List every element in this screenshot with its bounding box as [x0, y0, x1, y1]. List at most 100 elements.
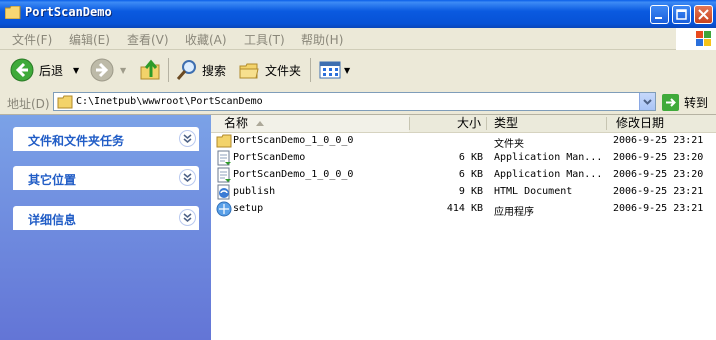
go-button[interactable]: 转到 — [662, 94, 708, 111]
double-chevron-down-icon — [183, 134, 192, 143]
task-pane: 文件和文件夹任务 其它位置 详细信息 — [0, 115, 211, 340]
file-name: setup — [233, 203, 264, 214]
back-label: 后退 — [39, 63, 64, 78]
title-bar: PortScanDemo — [0, 0, 716, 28]
chevron-down-icon — [643, 99, 652, 105]
file-name: PortScanDemo_1_0_0_0 — [233, 135, 354, 146]
back-dropdown-icon[interactable]: ▼ — [73, 66, 79, 75]
file-size: 414 KB — [446, 203, 483, 214]
address-input[interactable]: C:\Inetpub\wwwroot\PortScanDemo — [53, 92, 656, 111]
views-dropdown-icon[interactable]: ▼ — [344, 66, 350, 75]
go-label: 转到 — [684, 96, 709, 110]
file-type: 文件夹 — [494, 139, 524, 150]
column-modified-label: 修改日期 — [616, 116, 665, 130]
application-icon — [216, 201, 232, 217]
column-header-size[interactable]: 大小 — [410, 115, 485, 132]
manifest-icon — [217, 150, 231, 166]
expand-button[interactable] — [179, 209, 196, 226]
menu-tools[interactable]: 工具(T) — [244, 31, 285, 48]
column-size-label: 大小 — [456, 116, 481, 130]
file-size: 6 KB — [458, 169, 483, 180]
task-group-other-places[interactable]: 其它位置 — [13, 166, 199, 190]
folders-button[interactable]: 文件夹 — [237, 56, 301, 84]
html-document-icon — [217, 184, 230, 200]
views-button[interactable]: ▼ — [318, 56, 350, 84]
maximize-icon — [676, 9, 687, 20]
file-modified: 2006-9-25 23:20 — [613, 152, 704, 163]
sort-ascending-icon — [256, 121, 264, 126]
task-group-details[interactable]: 详细信息 — [13, 206, 199, 230]
menu-favorites[interactable]: 收藏(A) — [185, 31, 227, 48]
address-label: 地址(D) — [7, 97, 50, 111]
back-arrow-icon — [10, 58, 34, 82]
up-folder-icon — [140, 59, 160, 80]
column-header-name[interactable]: 名称 — [211, 115, 409, 132]
file-row[interactable]: PortScanDemo 6 KB Application Man... 200… — [211, 150, 716, 167]
task-group-label: 详细信息 — [28, 213, 77, 227]
close-icon — [698, 9, 709, 20]
file-type: HTML Document — [494, 186, 573, 197]
folder-icon — [5, 6, 21, 19]
column-header-row: 名称 大小 类型 修改日期 — [211, 115, 716, 133]
file-list: 名称 大小 类型 修改日期 PortScanDemo_1_0_0_0 文件夹 2… — [211, 115, 716, 340]
folder-icon — [57, 95, 73, 109]
file-row[interactable]: PortScanDemo_1_0_0_0 6 KB Application Ma… — [211, 167, 716, 184]
back-button[interactable]: 后退 ▼ — [10, 56, 79, 84]
menu-edit[interactable]: 编辑(E) — [69, 31, 110, 48]
file-size: 6 KB — [458, 152, 483, 163]
search-icon — [176, 60, 196, 80]
address-value: C:\Inetpub\wwwroot\PortScanDemo — [76, 96, 263, 107]
expand-button[interactable] — [179, 130, 196, 147]
file-type: Application Man... — [494, 152, 603, 163]
forward-button[interactable]: ▼ — [90, 56, 126, 84]
toolbar-separator — [310, 58, 311, 82]
toolbar: 后退 ▼ ▼ 搜索 文件夹 ▼ — [0, 50, 716, 91]
file-row[interactable]: publish 9 KB HTML Document 2006-9-25 23:… — [211, 184, 716, 201]
column-type-label: 类型 — [494, 116, 519, 130]
folders-icon — [239, 63, 259, 79]
expand-button[interactable] — [179, 169, 196, 186]
window-title: PortScanDemo — [25, 5, 112, 19]
column-name-label: 名称 — [224, 116, 249, 130]
toolbar-separator — [168, 58, 169, 82]
file-modified: 2006-9-25 23:21 — [613, 203, 704, 214]
menu-view[interactable]: 查看(V) — [127, 31, 169, 48]
column-header-modified[interactable]: 修改日期 — [607, 115, 716, 132]
file-name: PortScanDemo — [233, 152, 306, 163]
folder-icon — [216, 134, 232, 148]
maximize-button[interactable] — [672, 5, 691, 24]
file-modified: 2006-9-25 23:21 — [613, 135, 704, 146]
column-header-type[interactable]: 类型 — [487, 115, 605, 132]
go-arrow-icon — [662, 94, 679, 111]
menu-file[interactable]: 文件(F) — [12, 31, 52, 48]
address-bar: 地址(D) C:\Inetpub\wwwroot\PortScanDemo 转到 — [0, 90, 716, 115]
task-group-label: 其它位置 — [28, 173, 77, 187]
folders-label: 文件夹 — [265, 63, 302, 78]
file-row[interactable]: PortScanDemo_1_0_0_0 文件夹 2006-9-25 23:21 — [211, 133, 716, 150]
menu-bar: 文件(F) 编辑(E) 查看(V) 收藏(A) 工具(T) 帮助(H) — [0, 28, 716, 50]
manifest-icon — [217, 167, 231, 183]
file-type: Application Man... — [494, 169, 603, 180]
search-label: 搜索 — [202, 63, 227, 78]
double-chevron-down-icon — [183, 173, 192, 182]
menu-help[interactable]: 帮助(H) — [301, 31, 343, 48]
file-name: publish — [233, 186, 276, 197]
file-modified: 2006-9-25 23:20 — [613, 169, 704, 180]
close-button[interactable] — [694, 5, 713, 24]
forward-arrow-icon — [90, 58, 114, 82]
windows-logo — [676, 28, 716, 50]
file-type: 应用程序 — [494, 207, 534, 218]
forward-dropdown-icon[interactable]: ▼ — [120, 66, 126, 75]
address-dropdown-button[interactable] — [639, 93, 655, 110]
task-group-label: 文件和文件夹任务 — [28, 134, 125, 148]
minimize-button[interactable] — [650, 5, 669, 24]
up-folder-button[interactable] — [139, 56, 163, 84]
file-row[interactable]: setup 414 KB 应用程序 2006-9-25 23:21 — [211, 201, 716, 218]
windows-flag-icon — [696, 31, 711, 46]
task-group-file-folder-tasks[interactable]: 文件和文件夹任务 — [13, 127, 199, 151]
views-icon — [319, 61, 341, 79]
file-name: PortScanDemo_1_0_0_0 — [233, 169, 354, 180]
double-chevron-down-icon — [183, 213, 192, 222]
search-button[interactable]: 搜索 — [175, 56, 226, 84]
file-size: 9 KB — [458, 186, 483, 197]
